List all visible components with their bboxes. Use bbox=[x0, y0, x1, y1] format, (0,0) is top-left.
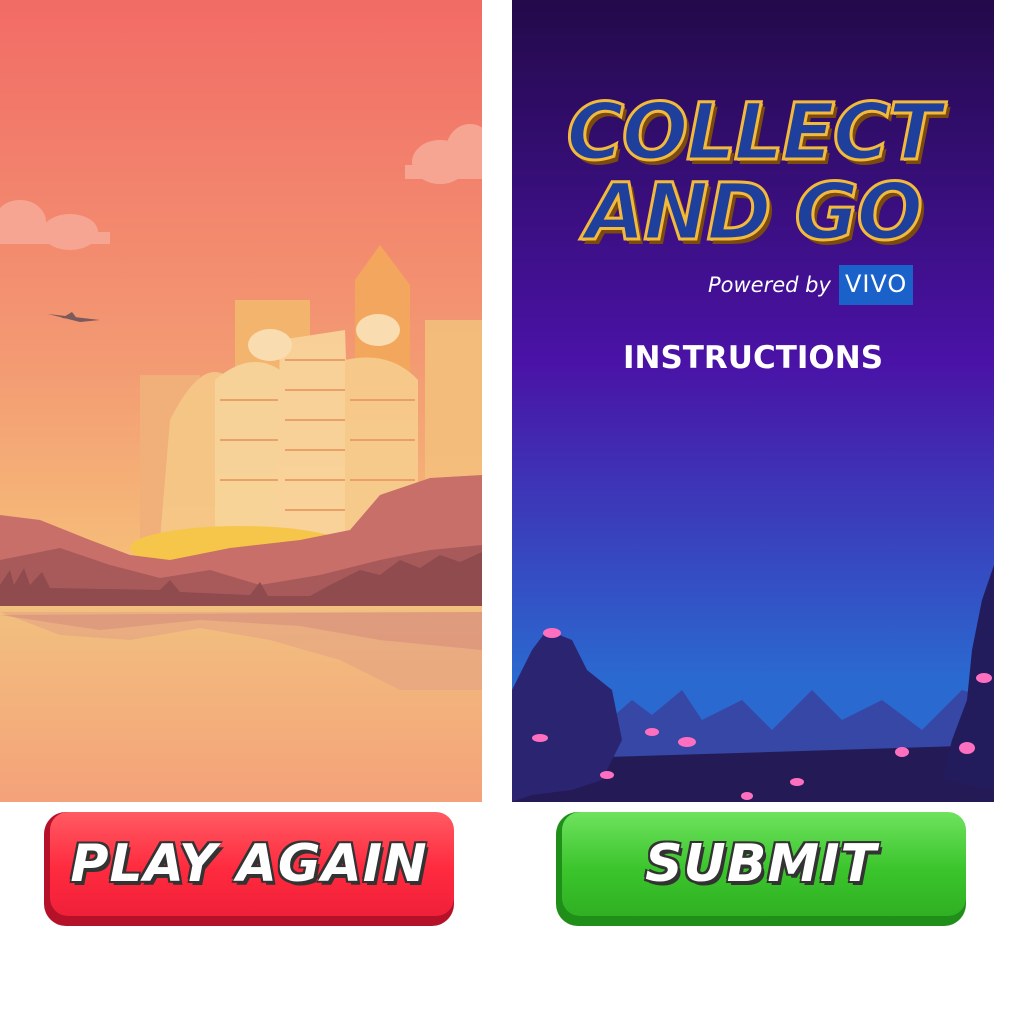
play-again-label: PLAY AGAIN bbox=[70, 834, 428, 894]
powered-by: Powered by VIVO bbox=[708, 264, 914, 306]
instructions-screen: COLLECT AND GO Powered by VIVO INSTRUCTI… bbox=[512, 0, 994, 802]
submit-button[interactable]: SUBMIT bbox=[556, 812, 966, 926]
play-again-button[interactable]: PLAY AGAIN bbox=[44, 812, 454, 926]
game-title-line-1: COLLECT bbox=[565, 87, 943, 180]
vivo-logo: VIVO bbox=[838, 265, 914, 305]
submit-label: SUBMIT bbox=[645, 834, 877, 894]
city-sunset-scene bbox=[0, 0, 482, 802]
game-title-line-2: AND GO bbox=[584, 167, 925, 260]
instructions-heading: INSTRUCTIONS bbox=[622, 340, 884, 376]
powered-by-text: Powered by bbox=[708, 273, 831, 297]
